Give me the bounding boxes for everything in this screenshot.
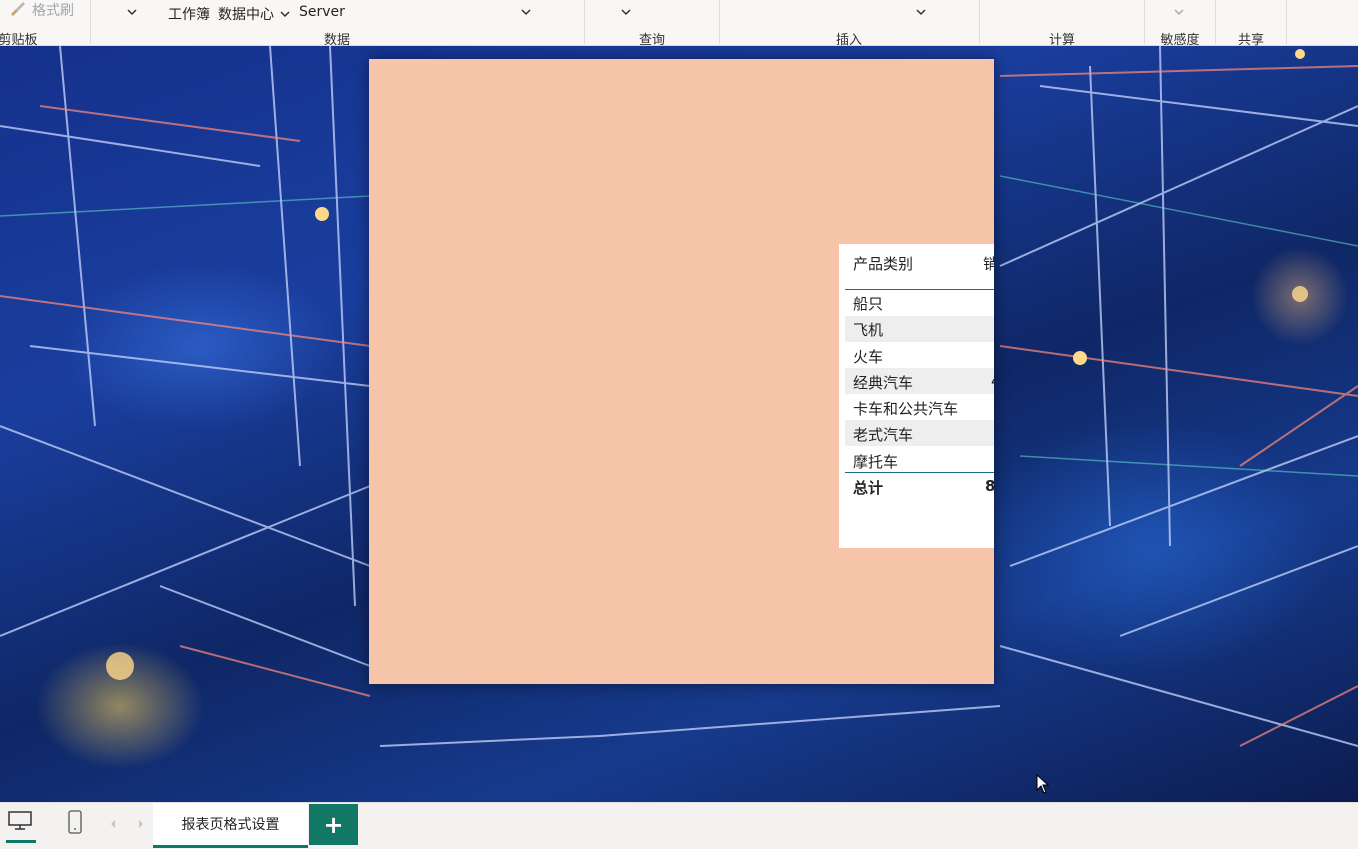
table-cell-category: 飞机: [853, 321, 884, 339]
desktop-icon: [8, 811, 32, 830]
chevron-down-icon[interactable]: [520, 6, 532, 18]
table-total-divider: [845, 472, 994, 473]
mobile-icon: [68, 810, 82, 834]
ribbon: 格式刷 剪贴板 工作簿 数据中心 Server 数据 查询 插入 计算 敏感度 …: [0, 0, 1358, 48]
mobile-view-button[interactable]: [62, 807, 88, 841]
cursor-icon: [1036, 774, 1050, 794]
format-painter-button[interactable]: 格式刷: [6, 0, 82, 20]
table-cell-category: 火车: [853, 348, 884, 366]
table-cell-value: 4: [991, 372, 994, 390]
sql-server-button[interactable]: Server: [299, 4, 345, 20]
active-view-indicator: [6, 840, 36, 843]
table-cell-category: 卡车和公共汽车: [853, 400, 959, 418]
chevron-left-icon[interactable]: [108, 818, 118, 830]
group-divider: [90, 0, 91, 44]
page-tab[interactable]: 报表页格式设置: [153, 803, 308, 848]
table-cell-category: 老式汽车: [853, 426, 914, 444]
table-header-category[interactable]: 产品类别: [853, 253, 913, 274]
add-page-button[interactable]: +: [309, 804, 358, 845]
table-total-label: 总计: [853, 479, 884, 497]
excel-workbook-button[interactable]: 工作簿: [168, 4, 210, 24]
table-visual[interactable]: 产品类别 销 船只 飞机 火车 经典汽车 4 卡车和公共汽车 老式汽车 摩托车 …: [839, 244, 994, 548]
table-total-value: 8: [985, 477, 994, 495]
report-canvas[interactable]: 产品类别 销 船只 飞机 火车 经典汽车 4 卡车和公共汽车 老式汽车 摩托车 …: [0, 46, 1358, 802]
chevron-down-icon[interactable]: [279, 8, 291, 20]
data-hub-button[interactable]: 数据中心: [218, 4, 274, 24]
report-page[interactable]: 产品类别 销 船只 飞机 火车 经典汽车 4 卡车和公共汽车 老式汽车 摩托车 …: [369, 59, 994, 684]
group-divider: [979, 0, 980, 44]
chevron-right-icon[interactable]: [136, 818, 146, 830]
group-divider: [1144, 0, 1145, 44]
desktop-view-button[interactable]: [4, 807, 38, 843]
chevron-down-icon[interactable]: [1173, 6, 1185, 18]
group-divider: [584, 0, 585, 44]
chevron-down-icon[interactable]: [620, 6, 632, 18]
chevron-down-icon[interactable]: [915, 6, 927, 18]
table-cell-category: 经典汽车: [853, 374, 914, 392]
chevron-down-icon[interactable]: [126, 6, 138, 18]
group-divider: [1215, 0, 1216, 44]
page-navigation-bar: 报表页格式设置 +: [0, 802, 1358, 849]
group-divider: [719, 0, 720, 44]
table-cell-category: 摩托车: [853, 453, 899, 471]
table-cell-category: 船只: [853, 295, 884, 313]
table-header-sales[interactable]: 销: [983, 253, 994, 274]
brush-icon: [11, 2, 25, 16]
format-painter-label: 格式刷: [32, 3, 74, 19]
group-divider: [1286, 0, 1287, 44]
